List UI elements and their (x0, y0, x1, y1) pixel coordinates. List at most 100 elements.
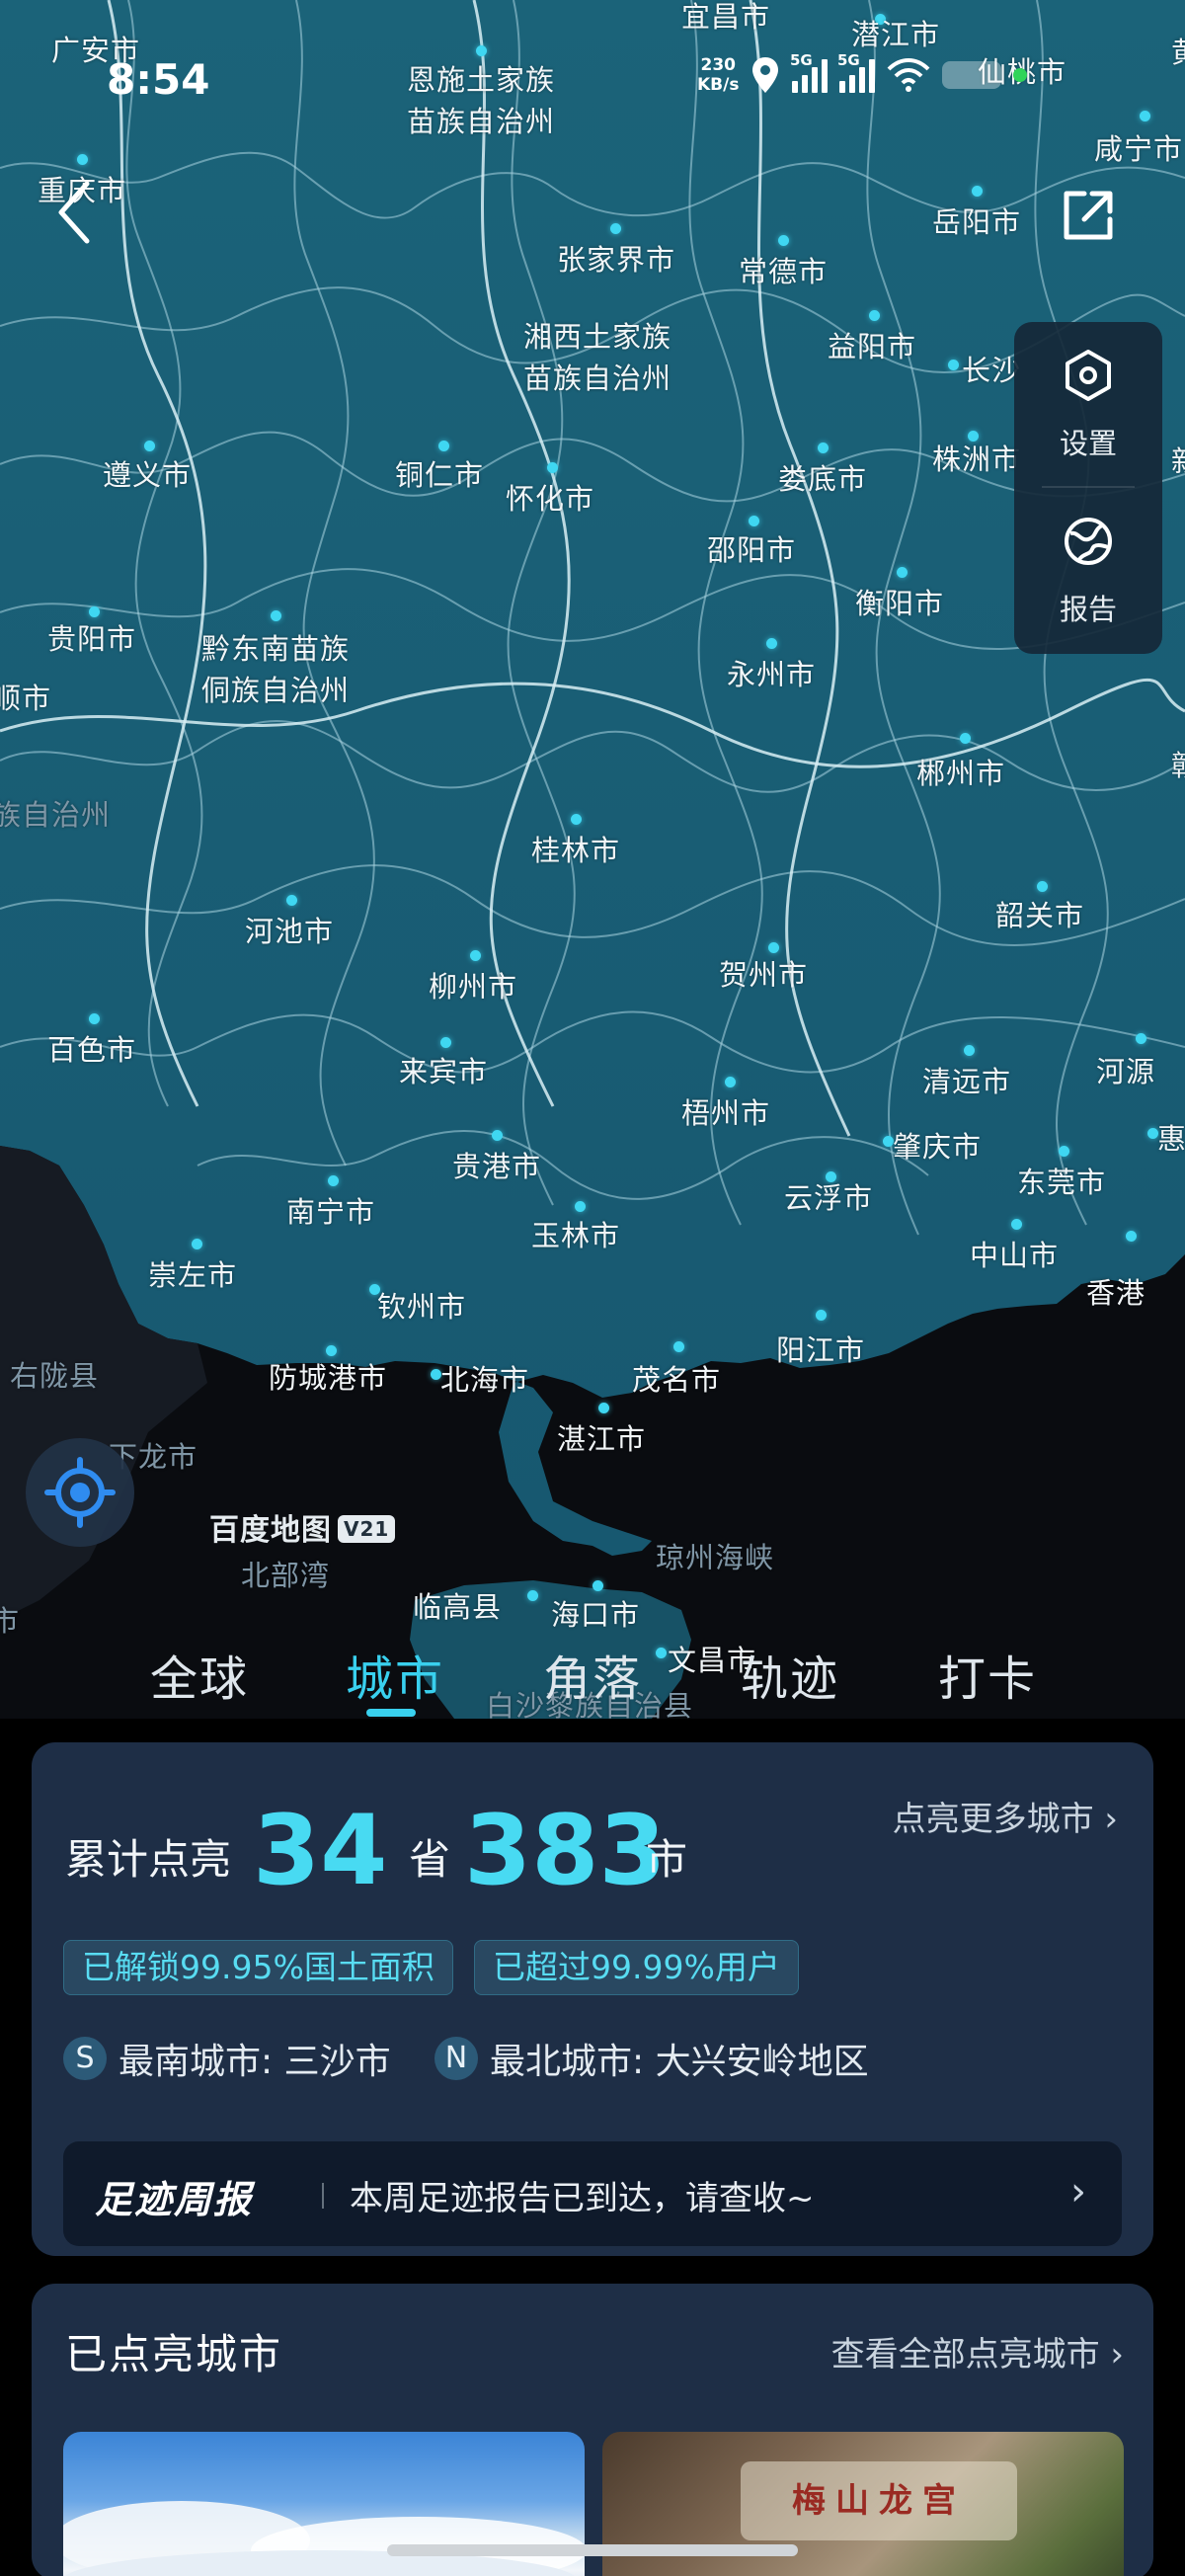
signal-icon: 5G (837, 51, 875, 93)
city-dot (286, 895, 297, 906)
map-label[interactable]: 湛江市 (557, 1416, 646, 1458)
city-unit: 市 (646, 1835, 688, 1884)
map-label[interactable]: 黔东南苗族 (201, 626, 350, 668)
chevron-right-icon: › (1070, 2169, 1086, 2214)
city-map[interactable]: 广安市 宜昌市 潜江市 仙桃市 黄 恩施土家族 苗族自治州 咸宁市 重庆市 岳阳… (0, 0, 1185, 1758)
city-dot (766, 638, 777, 649)
map-label[interactable]: 临高县 (413, 1584, 502, 1626)
status-icons: 5G 5G (750, 51, 1027, 99)
map-label[interactable]: 琼州海峡 (656, 1535, 774, 1576)
city-dot (778, 235, 789, 246)
map-label[interactable]: 清远市 (922, 1059, 1011, 1100)
map-label[interactable]: 肇庆市 (893, 1124, 982, 1166)
city-dot (592, 1580, 603, 1591)
map-label[interactable]: 海口市 (551, 1592, 640, 1634)
map-label[interactable]: 柳州市 (429, 964, 517, 1006)
view-all-link[interactable]: 查看全部点亮城市 › (831, 2327, 1124, 2375)
city-dot (192, 1239, 202, 1249)
city-dot (598, 1403, 609, 1413)
locate-button[interactable] (26, 1438, 134, 1547)
net-speed-unit: KB/s (697, 75, 740, 95)
stats-prefix: 累计点亮 (65, 1835, 232, 1884)
map-label[interactable]: 族自治州 (0, 792, 111, 834)
map-logo: 百度地图 V21 (209, 1505, 396, 1549)
city-dot (547, 462, 558, 473)
signal-type-1: 5G (790, 51, 813, 69)
city-dot (575, 1201, 586, 1212)
active-tab-indicator (366, 1709, 416, 1717)
map-label[interactable]: 梧州市 (681, 1090, 770, 1132)
tab-global[interactable]: 全球 (150, 1640, 249, 1709)
map-label[interactable]: 桂林市 (531, 828, 620, 869)
map-label[interactable]: 崇左市 (148, 1252, 237, 1294)
city-dot (897, 567, 908, 578)
map-label[interactable]: 娄底市 (778, 456, 867, 498)
map-label[interactable]: 百色市 (47, 1027, 136, 1069)
city-dot (1126, 1231, 1137, 1242)
city-dot (749, 516, 759, 526)
map-label[interactable]: 北海市 (440, 1357, 529, 1399)
tab-track[interactable]: 轨迹 (741, 1640, 839, 1709)
map-label[interactable]: 玉林市 (531, 1213, 620, 1254)
city-dot (527, 1590, 538, 1601)
map-label[interactable]: 怀化市 (506, 476, 594, 518)
tab-corner[interactable]: 角落 (543, 1640, 642, 1709)
city-dot (1136, 1033, 1146, 1044)
map-label[interactable]: 顺市 (0, 676, 51, 717)
map-label[interactable]: 贺州市 (719, 952, 808, 994)
map-label[interactable]: 河源 (1096, 1049, 1155, 1090)
back-icon[interactable] (49, 178, 99, 247)
map-label[interactable]: 防城港市 (269, 1355, 387, 1397)
map-label[interactable]: 东莞市 (1017, 1160, 1106, 1201)
map-label[interactable]: 惠 (1157, 1116, 1185, 1158)
settings-icon (1066, 350, 1111, 401)
tab-checkin[interactable]: 打卡 (938, 1640, 1037, 1709)
map-label[interactable]: 益阳市 (828, 324, 916, 365)
map-label[interactable]: 中山市 (970, 1233, 1059, 1274)
more-cities-link[interactable]: 点亮更多城市 › (893, 1792, 1118, 1840)
map-label[interactable]: 赣 (1171, 743, 1185, 784)
weekly-report-banner[interactable]: 足迹周报 本周足迹报告已到达，请查收~ › (63, 2141, 1122, 2246)
city-dot (818, 443, 829, 453)
map-label[interactable]: 岳阳市 (932, 200, 1021, 241)
map-label[interactable]: 贵阳市 (47, 616, 136, 658)
map-label[interactable]: 遵义市 (103, 452, 192, 494)
tab-city[interactable]: 城市 (346, 1640, 444, 1709)
map-label[interactable]: 张家界市 (557, 237, 675, 279)
map-label[interactable]: 茂名市 (632, 1357, 721, 1399)
lower-panel: 点亮更多城市 › 累计点亮 34 省 383 市 已解锁99.95%国土面积 已… (0, 1719, 1185, 2576)
map-label[interactable]: 铜仁市 (395, 452, 484, 494)
map-label[interactable]: 株洲市 (932, 437, 1021, 478)
city-dot (1011, 1219, 1022, 1230)
map-label[interactable]: 衡阳市 (855, 581, 944, 622)
map-label[interactable]: 长沙 (962, 348, 1021, 389)
map-label[interactable]: 贵港市 (452, 1144, 541, 1185)
map-label[interactable]: 苗族自治州 (523, 356, 672, 397)
city-dot (948, 360, 959, 370)
city-count: 383 (464, 1795, 667, 1907)
map-label[interactable]: 来宾市 (399, 1049, 488, 1090)
southmost-text: 最南城市: 三沙市 (118, 2042, 391, 2082)
map-label[interactable]: 阳江市 (776, 1328, 865, 1369)
map-label[interactable]: 南宁市 (286, 1189, 375, 1231)
map-label[interactable]: 香港 (1086, 1270, 1146, 1312)
map-label[interactable]: 永州市 (727, 652, 816, 693)
share-icon[interactable] (1059, 186, 1118, 245)
map-label[interactable]: 韶关市 (995, 893, 1084, 934)
home-indicator[interactable] (387, 2544, 798, 2556)
map-label[interactable]: 湘西土家族 (523, 314, 672, 356)
map-label[interactable]: 新 (1171, 439, 1185, 480)
map-label[interactable]: 河池市 (245, 909, 334, 950)
map-label[interactable]: 右陇县 (10, 1353, 99, 1395)
map-label[interactable]: 钦州市 (377, 1284, 466, 1326)
weekly-divider (322, 2183, 324, 2209)
settings-button[interactable]: 设置 (1014, 332, 1162, 480)
status-bar: 8:54 230 KB/s 5G 5G (0, 0, 1185, 138)
report-button[interactable]: 报告 (1014, 498, 1162, 646)
map-label[interactable]: 邵阳市 (707, 527, 796, 569)
map-label[interactable]: 郴州市 (916, 751, 1005, 792)
map-label[interactable]: 北部湾 (241, 1553, 330, 1594)
map-label[interactable]: 云浮市 (784, 1175, 873, 1217)
map-label[interactable]: 常德市 (739, 249, 828, 290)
map-label[interactable]: 侗族自治州 (201, 668, 350, 709)
